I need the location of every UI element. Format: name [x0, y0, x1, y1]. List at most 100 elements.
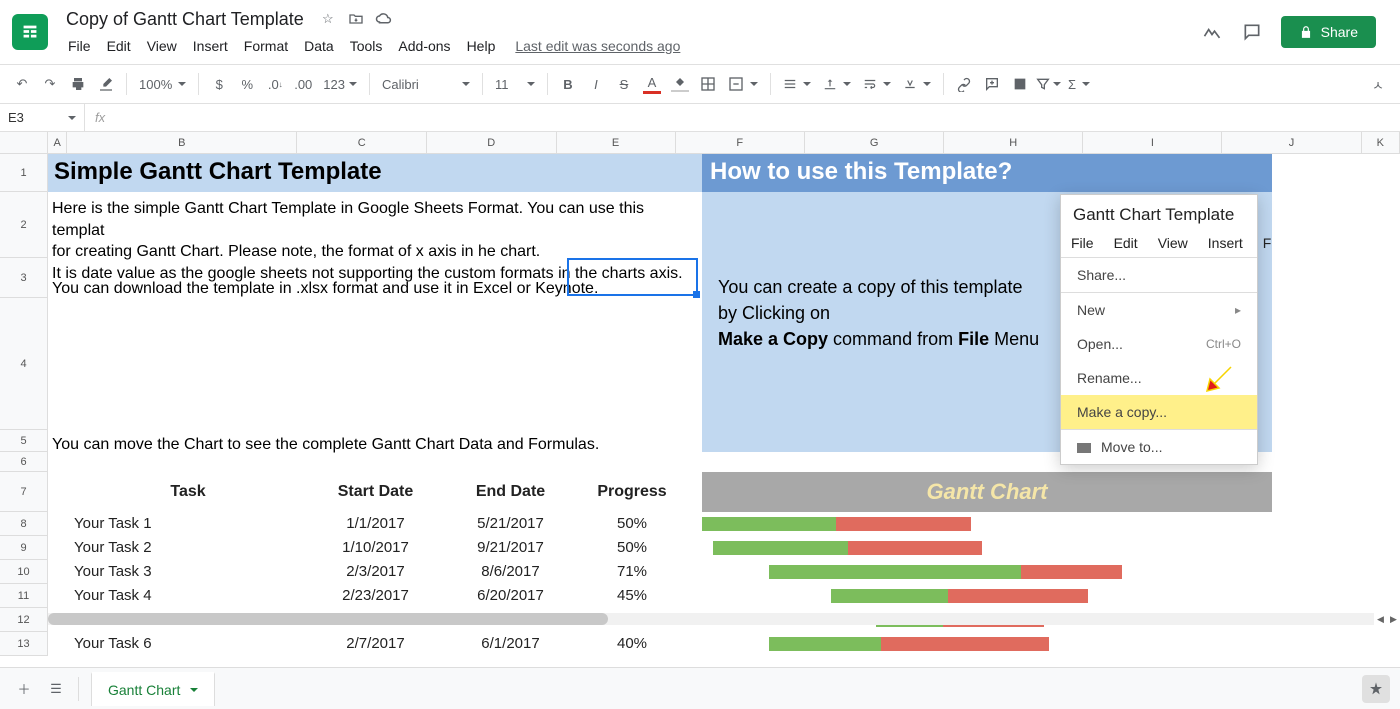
row-header-10[interactable]: 10 — [0, 560, 48, 584]
name-box[interactable]: E3 — [0, 104, 85, 131]
sheet-tab[interactable]: Gantt Chart — [91, 672, 215, 706]
horizontal-scrollbar[interactable] — [48, 613, 1374, 625]
italic-button[interactable]: I — [582, 70, 610, 98]
row-header-2[interactable]: 2 — [0, 192, 48, 258]
print-button[interactable] — [64, 70, 92, 98]
file-menu-popup-image: Gantt Chart Template FileEditViewInsertF… — [1060, 194, 1258, 465]
strikethrough-button[interactable]: S — [610, 70, 638, 98]
toolbar: ↶ ↷ 100% $ % .0↓ .00 123 Calibri 11 B I … — [0, 64, 1400, 104]
formula-input[interactable] — [115, 104, 1400, 131]
percent-button[interactable]: % — [233, 70, 261, 98]
sheets-logo[interactable] — [12, 14, 48, 50]
increase-decimal-button[interactable]: .00 — [289, 70, 317, 98]
insert-link-button[interactable] — [950, 70, 978, 98]
paint-format-button[interactable] — [92, 70, 120, 98]
bold-button[interactable]: B — [554, 70, 582, 98]
menu-format[interactable]: Format — [236, 34, 296, 58]
font-size-select[interactable]: 11 — [489, 70, 541, 98]
row-header-5[interactable]: 5 — [0, 430, 48, 452]
row-header-7[interactable]: 7 — [0, 472, 48, 512]
currency-button[interactable]: $ — [205, 70, 233, 98]
col-header-C[interactable]: C — [297, 132, 427, 153]
select-all-corner[interactable] — [0, 132, 48, 154]
menu-file[interactable]: File — [60, 34, 99, 58]
row-header-4[interactable]: 4 — [0, 298, 48, 430]
col-header-G[interactable]: G — [805, 132, 944, 153]
row-header-8[interactable]: 8 — [0, 512, 48, 536]
col-header-I[interactable]: I — [1083, 132, 1222, 153]
row-header-3[interactable]: 3 — [0, 258, 48, 298]
cells-area[interactable]: Simple Gantt Chart Template How to use t… — [48, 154, 1400, 667]
decrease-decimal-button[interactable]: .0↓ — [261, 70, 289, 98]
menu-tools[interactable]: Tools — [342, 34, 391, 58]
row-headers: 12345678910111213 — [0, 154, 48, 656]
insert-comment-button[interactable] — [978, 70, 1006, 98]
table-cell: Your Task 1 — [74, 512, 314, 536]
menu-add-ons[interactable]: Add-ons — [390, 34, 458, 58]
collapse-toolbar-button[interactable]: ㅅ — [1364, 70, 1392, 98]
spreadsheet-grid[interactable]: ABCDEFGHIJK 12345678910111213 Simple Gan… — [0, 132, 1400, 667]
scroll-nav: ◀▶ — [1374, 613, 1400, 625]
insert-chart-button[interactable] — [1006, 70, 1034, 98]
table-cell: Your Task 6 — [74, 632, 314, 656]
menu-view[interactable]: View — [139, 34, 185, 58]
font-select[interactable]: Calibri — [376, 70, 476, 98]
star-icon[interactable]: ☆ — [318, 9, 338, 29]
scroll-right-icon[interactable]: ▶ — [1387, 613, 1400, 625]
row-header-6[interactable]: 6 — [0, 452, 48, 472]
row-header-1[interactable]: 1 — [0, 154, 48, 192]
menu-bar: FileEditViewInsertFormatDataToolsAdd-ons… — [60, 34, 1201, 58]
col-header-F[interactable]: F — [676, 132, 806, 153]
filter-button[interactable] — [1034, 70, 1062, 98]
row-header-9[interactable]: 9 — [0, 536, 48, 560]
more-formats-select[interactable]: 123 — [317, 70, 363, 98]
document-title[interactable]: Copy of Gantt Chart Template — [60, 7, 310, 32]
merge-cells-button[interactable] — [722, 70, 764, 98]
col-header-B[interactable]: B — [67, 132, 297, 153]
last-edit-link[interactable]: Last edit was seconds ago — [515, 38, 680, 54]
row-header-11[interactable]: 11 — [0, 584, 48, 608]
scrollbar-thumb[interactable] — [48, 613, 608, 625]
add-sheet-button[interactable]: ＋ — [8, 673, 40, 705]
explore-button[interactable] — [1362, 675, 1390, 703]
move-to-folder-icon[interactable] — [346, 9, 366, 29]
functions-button[interactable]: Σ — [1062, 70, 1096, 98]
table-cell: 2/7/2017 — [308, 632, 443, 656]
gantt-chart-title: Gantt Chart — [702, 472, 1272, 512]
text-color-button[interactable]: A — [638, 70, 666, 98]
vertical-align-button[interactable] — [817, 70, 857, 98]
share-button[interactable]: Share — [1281, 16, 1376, 48]
scroll-left-icon[interactable]: ◀ — [1374, 613, 1387, 625]
text-wrap-button[interactable] — [857, 70, 897, 98]
col-header-J[interactable]: J — [1222, 132, 1361, 153]
fill-color-button[interactable] — [666, 70, 694, 98]
col-header-K[interactable]: K — [1362, 132, 1400, 153]
menu-insert[interactable]: Insert — [185, 34, 236, 58]
table-header: Progress — [562, 472, 702, 512]
table-cell: 6/1/2017 — [443, 632, 578, 656]
text-rotate-button[interactable] — [897, 70, 937, 98]
redo-button[interactable]: ↷ — [36, 70, 64, 98]
zoom-select[interactable]: 100% — [133, 70, 192, 98]
col-header-E[interactable]: E — [557, 132, 676, 153]
row-header-12[interactable]: 12 — [0, 608, 48, 632]
fx-icon: fx — [85, 110, 115, 125]
borders-button[interactable] — [694, 70, 722, 98]
col-header-H[interactable]: H — [944, 132, 1083, 153]
all-sheets-button[interactable]: ☰ — [40, 673, 72, 705]
menu-data[interactable]: Data — [296, 34, 342, 58]
horizontal-align-button[interactable] — [777, 70, 817, 98]
table-cell: 8/6/2017 — [443, 560, 578, 584]
menu-edit[interactable]: Edit — [99, 34, 139, 58]
col-header-A[interactable]: A — [48, 132, 67, 153]
cloud-status-icon[interactable] — [374, 9, 394, 29]
undo-button[interactable]: ↶ — [8, 70, 36, 98]
table-cell: Your Task 2 — [74, 536, 314, 560]
comments-icon[interactable] — [1241, 21, 1263, 43]
gantt-bar — [769, 637, 1049, 651]
col-header-D[interactable]: D — [427, 132, 557, 153]
activity-icon[interactable] — [1201, 21, 1223, 43]
menu-help[interactable]: Help — [459, 34, 504, 58]
table-header: Task — [68, 472, 308, 512]
row-header-13[interactable]: 13 — [0, 632, 48, 656]
